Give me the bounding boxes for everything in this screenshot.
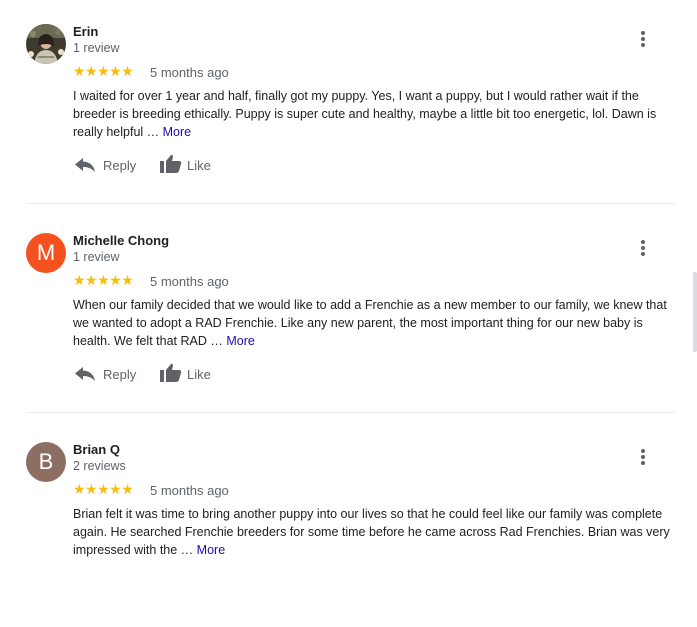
avatar[interactable]: B xyxy=(26,442,66,482)
avatar[interactable]: M xyxy=(26,233,66,273)
reply-button[interactable]: Reply xyxy=(73,360,143,386)
more-link[interactable]: More xyxy=(163,125,191,139)
review-text-content: Brian felt it was time to bring another … xyxy=(73,507,670,557)
review-count[interactable]: 2 reviews xyxy=(73,459,126,473)
review-date: 5 months ago xyxy=(150,274,229,289)
reviewer-name[interactable]: Brian Q xyxy=(73,442,120,457)
review-card: B Brian Q 2 reviews ★★★★★ 5 months ago B… xyxy=(0,418,697,627)
more-vert-icon xyxy=(641,31,645,35)
reply-icon xyxy=(75,367,95,381)
more-vert-icon xyxy=(641,449,645,453)
avatar[interactable] xyxy=(26,24,66,64)
thumbs-up-icon xyxy=(160,154,182,173)
review-text: I waited for over 1 year and half, final… xyxy=(73,87,673,141)
review-count[interactable]: 1 review xyxy=(73,250,120,264)
more-link[interactable]: More xyxy=(226,334,254,348)
avatar-initial: M xyxy=(36,240,56,265)
like-label: Like xyxy=(187,367,211,382)
review-card: Erin 1 review ★★★★★ 5 months ago I waite… xyxy=(0,0,697,209)
reply-icon xyxy=(75,158,95,172)
avatar-initial: B xyxy=(38,449,54,474)
thumbs-up-icon xyxy=(160,363,182,382)
review-card: M Michelle Chong 1 review ★★★★★ 5 months… xyxy=(0,209,697,418)
reviewer-name[interactable]: Michelle Chong xyxy=(73,233,169,248)
more-vert-icon xyxy=(641,240,645,244)
more-options-button[interactable] xyxy=(633,444,653,468)
like-button[interactable]: Like xyxy=(158,360,218,386)
review-text: When our family decided that we would li… xyxy=(73,296,673,350)
more-options-button[interactable] xyxy=(633,26,653,50)
like-label: Like xyxy=(187,158,211,173)
more-options-button[interactable] xyxy=(633,235,653,259)
star-rating: ★★★★★ xyxy=(73,481,134,497)
reply-label: Reply xyxy=(103,158,137,173)
scrollbar[interactable] xyxy=(693,272,697,352)
review-text: Brian felt it was time to bring another … xyxy=(73,505,673,559)
review-text-content: I waited for over 1 year and half, final… xyxy=(73,89,657,139)
star-rating: ★★★★★ xyxy=(73,63,134,79)
reply-button[interactable]: Reply xyxy=(73,151,143,177)
reply-label: Reply xyxy=(103,367,137,382)
divider xyxy=(26,203,675,204)
review-date: 5 months ago xyxy=(150,483,229,498)
review-text-content: When our family decided that we would li… xyxy=(73,298,667,348)
divider xyxy=(26,412,675,413)
like-button[interactable]: Like xyxy=(158,151,218,177)
review-count[interactable]: 1 review xyxy=(73,41,120,55)
reviewer-name[interactable]: Erin xyxy=(73,24,98,39)
review-date: 5 months ago xyxy=(150,65,229,80)
avatar-photo xyxy=(26,24,66,64)
star-rating: ★★★★★ xyxy=(73,272,134,288)
more-link[interactable]: More xyxy=(197,543,225,557)
